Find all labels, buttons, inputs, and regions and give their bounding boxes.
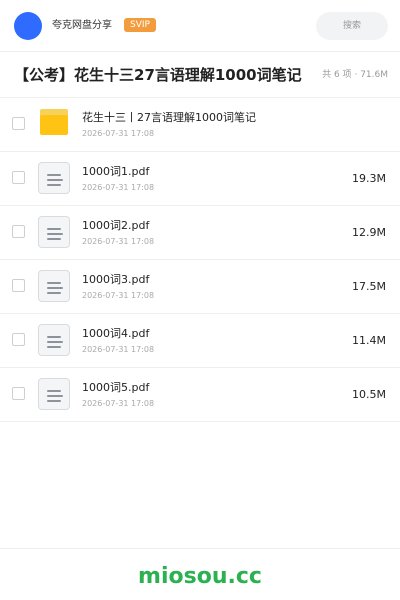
select-checkbox[interactable] — [12, 279, 25, 292]
file-size: 11.4M — [352, 334, 386, 347]
file-size: 10.5M — [352, 388, 386, 401]
svip-badge: SVIP — [124, 18, 156, 32]
list-item[interactable]: 1000词5.pdf 2026-07-31 17:08 10.5M — [0, 368, 400, 422]
file-name: 1000词2.pdf — [82, 219, 150, 232]
file-date: 2026-07-31 17:08 — [82, 291, 155, 300]
file-name: 1000词3.pdf — [82, 273, 150, 286]
select-checkbox[interactable] — [12, 387, 25, 400]
pdf-file-icon — [38, 324, 70, 356]
pdf-file-icon — [38, 216, 70, 248]
file-size: 19.3M — [352, 172, 386, 185]
file-date: 2026-07-31 17:08 — [82, 237, 155, 246]
list-item[interactable]: 1000词4.pdf 2026-07-31 17:08 11.4M — [0, 314, 400, 368]
pdf-file-icon — [38, 162, 70, 194]
file-name: 1000词5.pdf — [82, 381, 150, 394]
avatar[interactable] — [14, 12, 42, 40]
file-date: 2026-07-31 17:08 — [82, 399, 155, 408]
page-title: 【公考】花生十三27言语理解1000词笔记 — [14, 66, 302, 84]
share-name: 夸克网盘分享 — [52, 20, 112, 31]
pdf-file-icon — [38, 270, 70, 302]
file-name: 1000词1.pdf — [82, 165, 150, 178]
list-item[interactable]: 花生十三丨27言语理解1000词笔记 2026-07-31 17:08 — [0, 98, 400, 152]
folder-summary: 共 6 项 · 71.6M — [322, 69, 388, 81]
total-size: 71.6M — [360, 70, 388, 80]
footer-divider — [0, 548, 400, 549]
list-item[interactable]: 1000词3.pdf 2026-07-31 17:08 17.5M — [0, 260, 400, 314]
select-checkbox[interactable] — [12, 171, 25, 184]
list-item[interactable]: 1000词1.pdf 2026-07-31 17:08 19.3M — [0, 152, 400, 206]
select-checkbox[interactable] — [12, 333, 25, 346]
select-checkbox[interactable] — [12, 117, 25, 130]
title-bar: 【公考】花生十三27言语理解1000词笔记 共 6 项 · 71.6M — [0, 52, 400, 98]
search-input[interactable]: 搜索 — [316, 12, 388, 40]
item-count: 共 6 项 — [322, 70, 352, 80]
select-checkbox[interactable] — [12, 225, 25, 238]
file-date: 2026-07-31 17:08 — [82, 345, 155, 354]
file-date: 2026-07-31 17:08 — [82, 183, 155, 192]
file-name: 1000词4.pdf — [82, 327, 150, 340]
brand-watermark: miosou.cc — [138, 564, 262, 589]
header-bar: 夸克网盘分享 SVIP 搜索 — [0, 0, 400, 52]
pdf-file-icon — [38, 378, 70, 410]
file-size: 12.9M — [352, 226, 386, 239]
list-item[interactable]: 1000词2.pdf 2026-07-31 17:08 12.9M — [0, 206, 400, 260]
file-name: 花生十三丨27言语理解1000词笔记 — [82, 111, 256, 124]
folder-icon — [40, 109, 68, 135]
file-list: 花生十三丨27言语理解1000词笔记 2026-07-31 17:08 1000… — [0, 98, 400, 422]
file-date: 2026-07-31 17:08 — [82, 129, 155, 138]
meta-separator: · — [354, 70, 358, 80]
file-size: 17.5M — [352, 280, 386, 293]
